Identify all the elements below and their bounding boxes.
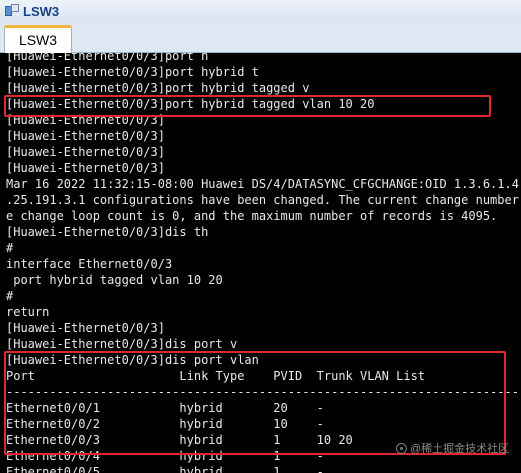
terminal-line: e change loop count is 0, and the maximu… xyxy=(6,209,498,223)
terminal-line: [Huawei-Ethernet0/0/3]dis port vlan xyxy=(6,353,259,367)
terminal-output: [Huawei-Ethernet0/0/3]port h [Huawei-Ethe… xyxy=(6,53,521,473)
tab-label: LSW3 xyxy=(18,31,58,48)
terminal-line: return xyxy=(6,305,50,319)
terminal-line: port hybrid tagged vlan 10 20 xyxy=(6,273,223,287)
terminal-line: [Huawei-Ethernet0/0/3]dis port v xyxy=(6,337,238,351)
terminal-line: interface Ethernet0/0/3 xyxy=(6,257,173,271)
terminal-line: ----------------------------------------… xyxy=(6,385,521,399)
terminal-line: [Huawei-Ethernet0/0/3]port h xyxy=(6,53,209,63)
terminal-console[interactable]: [Huawei-Ethernet0/0/3]port h [Huawei-Ethe… xyxy=(0,53,521,473)
terminal-line: [Huawei-Ethernet0/0/3] xyxy=(6,113,165,127)
device-icon xyxy=(5,4,19,18)
tab-lsw3[interactable]: LSW3 xyxy=(4,25,72,53)
terminal-line: # xyxy=(6,241,14,255)
terminal-line: [Huawei-Ethernet0/0/3]port hybrid tagged… xyxy=(6,81,310,95)
window-title: LSW3 xyxy=(23,3,60,19)
watermark-text: @稀土掘金技术社区 xyxy=(410,443,510,455)
terminal-line: Ethernet0/0/2 hybrid 10 - xyxy=(6,417,324,431)
terminal-line: [Huawei-Ethernet0/0/3] xyxy=(6,129,165,143)
terminal-line: [Huawei-Ethernet0/0/3] xyxy=(6,161,165,175)
terminal-line: Port Link Type PVID Trunk VLAN List xyxy=(6,369,426,383)
watermark: @稀土掘金技术社区 xyxy=(396,440,509,456)
watermark-logo-icon xyxy=(396,442,407,454)
terminal-line: [Huawei-Ethernet0/0/3] xyxy=(6,321,165,335)
terminal-line: [Huawei-Ethernet0/0/3]port hybrid tagged… xyxy=(6,97,375,111)
terminal-line: Mar 16 2022 11:32:15-08:00 Huawei DS/4/D… xyxy=(6,177,521,191)
terminal-line: Ethernet0/0/5 hybrid 1 - xyxy=(6,465,324,473)
title-bar: LSW3 xyxy=(0,0,521,22)
terminal-line: Ethernet0/0/1 hybrid 20 - xyxy=(6,401,324,415)
terminal-line: [Huawei-Ethernet0/0/3]port hybrid t xyxy=(6,65,259,79)
terminal-line: .25.191.3.1 configurations have been cha… xyxy=(6,193,519,207)
terminal-line: # xyxy=(6,289,14,303)
terminal-line: [Huawei-Ethernet0/0/3]dis th xyxy=(6,225,209,239)
terminal-line: [Huawei-Ethernet0/0/3] xyxy=(6,145,165,159)
tab-bar: LSW3 xyxy=(0,22,521,53)
